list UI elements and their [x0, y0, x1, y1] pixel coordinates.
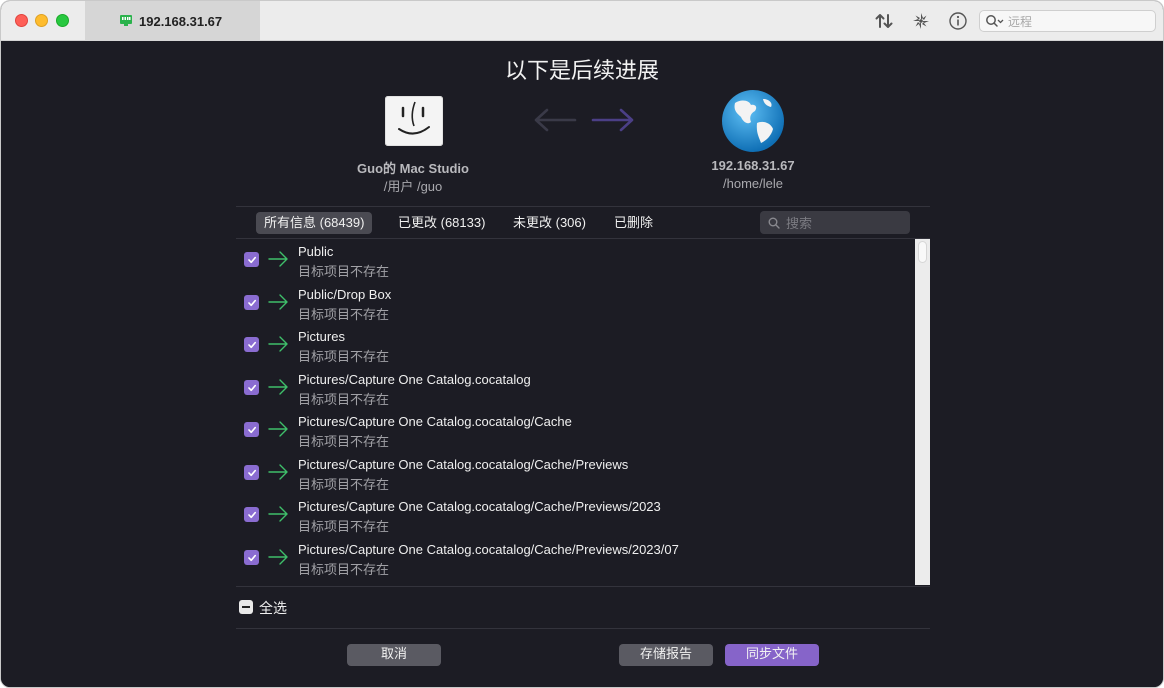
- list-item[interactable]: Pictures/Capture One Catalog.cocatalog/C…: [236, 493, 916, 535]
- divider: [236, 206, 930, 207]
- item-path: Pictures/Capture One Catalog.cocatalog/C…: [298, 542, 679, 557]
- search-placeholder: 远程: [1008, 14, 1033, 29]
- list-item[interactable]: Pictures/Capture One Catalog.cocatalog 目…: [236, 366, 916, 408]
- item-status: 目标项目不存在: [298, 435, 390, 450]
- close-window-button[interactable]: [15, 14, 28, 27]
- list-item[interactable]: Pictures 目标项目不存在: [236, 323, 916, 365]
- list-search-field[interactable]: 搜索: [760, 211, 910, 234]
- item-path: Pictures/Capture One Catalog.cocatalog/C…: [298, 499, 661, 514]
- scrollbar-thumb[interactable]: [918, 241, 927, 263]
- sync-preview-panel: 以下是后续进展 Guo的 Mac Studio /用户 /guo 192.168…: [1, 41, 1163, 687]
- list-search-placeholder: 搜索: [786, 216, 813, 231]
- row-checkbox[interactable]: [244, 465, 259, 480]
- list-item[interactable]: Pictures/Capture One Catalog.cocatalog/C…: [236, 536, 916, 578]
- arrow-right-icon: [591, 108, 634, 132]
- select-all-checkbox[interactable]: [239, 600, 253, 614]
- arrow-right-icon: [268, 464, 288, 480]
- select-all-label[interactable]: 全选: [259, 598, 287, 618]
- arrow-right-icon: [268, 336, 288, 352]
- network-port-icon: [120, 15, 132, 26]
- destination-path: /home/lele: [723, 176, 783, 191]
- item-path: Public/Drop Box: [298, 287, 392, 302]
- row-checkbox[interactable]: [244, 422, 259, 437]
- arrow-right-icon: [268, 506, 288, 522]
- arrow-right-icon: [268, 421, 288, 437]
- zoom-window-button[interactable]: [56, 14, 69, 27]
- arrow-right-icon: [268, 549, 288, 565]
- minimize-window-button[interactable]: [35, 14, 48, 27]
- cancel-button[interactable]: 取消: [347, 644, 441, 666]
- filter-all[interactable]: 所有信息 (68439): [256, 212, 373, 234]
- filter-deleted[interactable]: 已删除: [606, 212, 661, 234]
- app-window: 192.168.31.67 远程 以下是后续进展 Guo的 Mac Studio…: [0, 0, 1164, 688]
- item-status: 目标项目不存在: [298, 308, 390, 323]
- row-checkbox[interactable]: [244, 507, 259, 522]
- row-checkbox[interactable]: [244, 550, 259, 565]
- item-path: Pictures/Capture One Catalog.cocatalog/C…: [298, 414, 572, 429]
- filter-changed[interactable]: 已更改 (68133): [390, 212, 493, 234]
- activity-pinwheel-icon[interactable]: [910, 10, 932, 32]
- item-status: 目标项目不存在: [298, 563, 390, 578]
- arrow-right-icon: [268, 251, 288, 267]
- item-path: Pictures: [298, 329, 345, 344]
- source-device-name: Guo的 Mac Studio: [357, 161, 469, 176]
- list-item[interactable]: Pictures/Capture One Catalog.cocatalog/C…: [236, 451, 916, 493]
- item-status: 目标项目不存在: [298, 520, 390, 535]
- finder-icon: [385, 96, 443, 146]
- filter-unchanged[interactable]: 未更改 (306): [505, 212, 594, 234]
- save-report-button[interactable]: 存储报告: [619, 644, 713, 666]
- sync-files-button[interactable]: 同步文件: [725, 644, 819, 666]
- destination-host: 192.168.31.67: [711, 158, 795, 173]
- tab-label: 192.168.31.67: [139, 13, 223, 29]
- remote-search-field[interactable]: 远程: [979, 10, 1156, 32]
- list-item[interactable]: Public/Drop Box 目标项目不存在: [236, 281, 916, 323]
- list-item[interactable]: Pictures/Capture One Catalog.cocatalog/C…: [236, 408, 916, 450]
- transfer-direction-icon[interactable]: [873, 10, 895, 32]
- title-bar: 192.168.31.67 远程: [1, 1, 1163, 41]
- row-checkbox[interactable]: [244, 295, 259, 310]
- list-item[interactable]: Public 目标项目不存在: [236, 238, 916, 280]
- item-status: 目标项目不存在: [298, 350, 390, 365]
- divider: [236, 586, 930, 587]
- vertical-scrollbar[interactable]: [915, 239, 930, 585]
- item-status: 目标项目不存在: [298, 393, 390, 408]
- item-path: Pictures/Capture One Catalog.cocatalog/C…: [298, 457, 629, 472]
- row-checkbox[interactable]: [244, 252, 259, 267]
- info-icon[interactable]: [947, 10, 969, 32]
- tab-remote-host[interactable]: 192.168.31.67: [85, 1, 260, 41]
- row-checkbox[interactable]: [244, 337, 259, 352]
- source-path: /用户 /guo: [383, 179, 443, 194]
- row-checkbox[interactable]: [244, 380, 259, 395]
- item-status: 目标项目不存在: [298, 478, 390, 493]
- arrow-right-icon: [268, 294, 288, 310]
- search-scope-icon: [986, 15, 1004, 27]
- arrow-right-icon: [268, 379, 288, 395]
- search-icon: [768, 217, 780, 229]
- arrow-left-icon: [534, 108, 577, 132]
- item-path: Public: [298, 244, 334, 259]
- item-path: Pictures/Capture One Catalog.cocatalog: [298, 372, 531, 387]
- globe-icon: [722, 90, 784, 152]
- divider: [236, 628, 930, 629]
- page-title: 以下是后续进展: [504, 59, 659, 84]
- file-list: Public 目标项目不存在 Public/Drop Box 目标项目不存在 P…: [236, 238, 930, 585]
- item-status: 目标项目不存在: [298, 265, 390, 280]
